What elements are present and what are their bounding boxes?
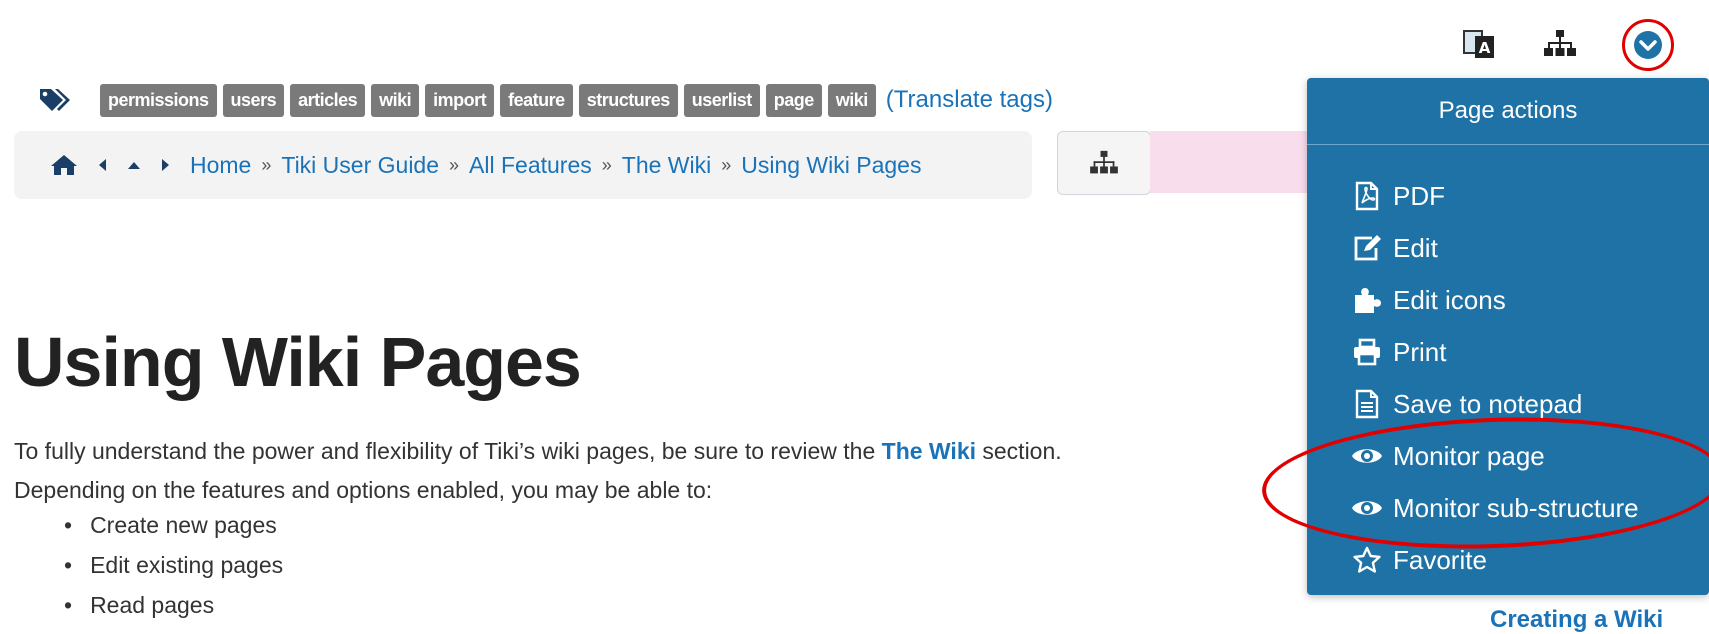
translate-tags-link[interactable]: (Translate tags) [886, 86, 1053, 114]
list-item: Edit existing pages [68, 545, 283, 585]
next-icon[interactable] [160, 157, 172, 173]
notepad-icon [1351, 388, 1383, 420]
breadcrumb-separator: » [449, 154, 460, 175]
star-icon [1351, 544, 1383, 576]
breadcrumb-item[interactable]: All Features [469, 152, 592, 179]
menu-item-edit[interactable]: Edit [1351, 222, 1639, 274]
structure-icon[interactable] [1540, 24, 1580, 64]
breadcrumb-separator: » [721, 154, 732, 175]
intro-text-end: section. [976, 438, 1062, 464]
tag[interactable]: permissions [100, 83, 217, 117]
page-actions-header: Page actions [1307, 78, 1709, 145]
breadcrumb-separator: » [261, 154, 272, 175]
menu-item-print[interactable]: Print [1351, 326, 1639, 378]
menu-item-label: Print [1393, 336, 1447, 367]
tag[interactable]: wiki [371, 83, 420, 117]
translate-icon[interactable]: A [1459, 24, 1499, 64]
breadcrumb-item[interactable]: The Wiki [622, 152, 711, 179]
breadcrumb-item[interactable]: Using Wiki Pages [741, 152, 921, 179]
structure-path-field [1150, 131, 1310, 193]
menu-item-label: Edit [1393, 232, 1438, 263]
intro-text-start: To fully understand the power and flexib… [14, 438, 882, 464]
tag[interactable]: structures [578, 83, 678, 117]
tag[interactable]: page [765, 83, 822, 117]
breadcrumb-item[interactable]: Tiki User Guide [281, 152, 439, 179]
list-item: Create new pages [68, 505, 283, 545]
creating-a-wiki-link[interactable]: Creating a Wiki [1490, 606, 1663, 634]
the-wiki-link[interactable]: The Wiki [882, 438, 976, 464]
menu-item-label: Edit icons [1393, 284, 1506, 315]
edit-icon [1351, 232, 1383, 264]
breadcrumb: Home » Tiki User Guide » All Features » … [14, 131, 1032, 199]
home-icon[interactable] [50, 153, 78, 177]
breadcrumb-item[interactable]: Home [190, 152, 251, 179]
chevron-down-icon [1634, 31, 1662, 59]
svg-text:A: A [1479, 39, 1491, 57]
tags-icon [38, 83, 78, 117]
menu-item-edit-icons[interactable]: Edit icons [1351, 274, 1639, 326]
pdf-icon [1351, 180, 1383, 212]
page-title: Using Wiki Pages [14, 323, 582, 401]
menu-item-label: PDF [1393, 180, 1445, 211]
intro-text: To fully understand the power and flexib… [14, 432, 1304, 510]
tag[interactable]: import [425, 83, 495, 117]
structure-icon [1090, 150, 1118, 174]
breadcrumb-separator: » [601, 154, 612, 175]
page-actions-toggle[interactable] [1619, 16, 1677, 74]
menu-item-label: Favorite [1393, 544, 1487, 575]
menu-item-pdf[interactable]: PDF [1351, 170, 1639, 222]
up-icon[interactable] [126, 159, 142, 171]
tag[interactable]: wiki [827, 83, 876, 117]
list-item: Read pages [68, 585, 283, 625]
tag[interactable]: articles [290, 83, 366, 117]
feature-list: Create new pages Edit existing pages Rea… [68, 505, 283, 625]
structure-button[interactable] [1057, 131, 1151, 195]
previous-icon[interactable] [96, 157, 108, 173]
tag[interactable]: feature [500, 83, 573, 117]
print-icon [1351, 336, 1383, 368]
top-icon-bar: A [1429, 16, 1709, 72]
tag[interactable]: users [222, 83, 285, 117]
menu-item-label: Save to notepad [1393, 388, 1583, 419]
tag[interactable]: userlist [683, 83, 760, 117]
intro-text-line2: Depending on the features and options en… [14, 477, 713, 503]
tags-row: permissions users articles wiki import f… [38, 80, 1053, 120]
puzzle-icon [1351, 284, 1383, 316]
highlight-circle [1622, 19, 1674, 71]
